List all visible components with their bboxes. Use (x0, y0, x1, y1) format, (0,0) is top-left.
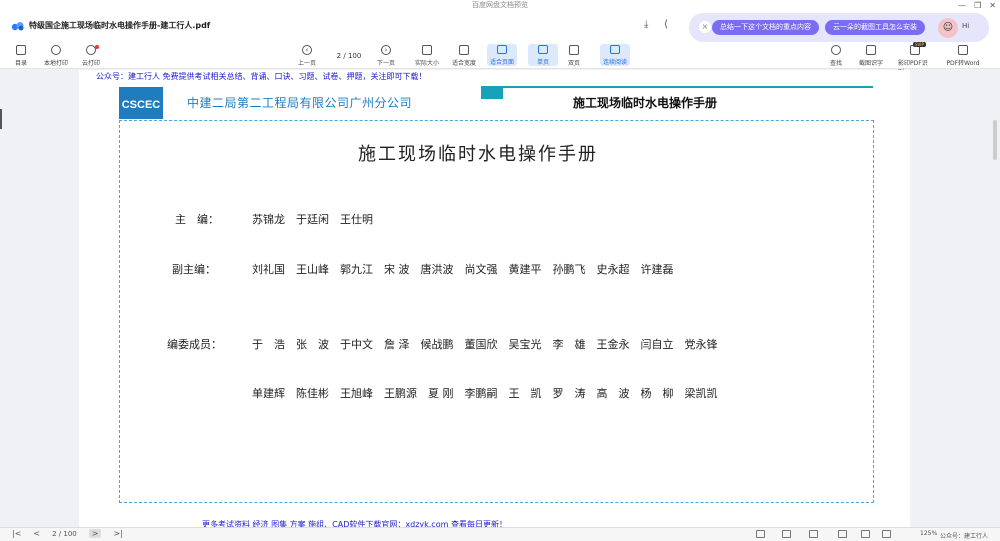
deputy-editor-label: 副主编： (172, 263, 216, 276)
local-print-button[interactable]: 本地打印 (41, 45, 71, 67)
editor-label: 主 编： (175, 213, 219, 226)
fit-width-icon (459, 45, 469, 55)
first-page-button[interactable]: |< (12, 529, 21, 538)
actual-size-icon (422, 45, 432, 55)
convert-icon (958, 45, 968, 55)
arrow-down-icon: › (381, 45, 391, 55)
committee-label: 编委成员： (167, 338, 222, 351)
single-page-icon (538, 45, 548, 54)
share-icon[interactable]: ⟨ (664, 19, 668, 30)
file-title: 特级国企施工现场临时水电操作手册-建工行人.pdf (29, 21, 211, 30)
download-icon[interactable]: ⤓ (644, 19, 648, 30)
fit-icon[interactable] (861, 530, 870, 538)
ai-suggestion-summary[interactable]: 总结一下这个文档的重点内容 (712, 20, 819, 35)
page-number-input[interactable]: 2 / 100 (331, 51, 367, 62)
header-rule (503, 86, 873, 88)
fit-icon[interactable] (838, 530, 847, 538)
ai-avatar-icon[interactable]: ☺ (938, 18, 958, 38)
minimize-button[interactable]: — (958, 0, 966, 11)
page-navigator: |< < 2 / 100 > >| (12, 529, 123, 538)
ai-bar-close-button[interactable]: × (699, 21, 711, 33)
printer-icon (51, 45, 61, 55)
catalog-icon (16, 45, 26, 55)
content-frame (119, 120, 874, 503)
header-accent-block (481, 86, 503, 99)
ai-greeting[interactable]: Hi (962, 22, 969, 30)
crop-icon (866, 45, 876, 55)
document-title: 施工现场临时水电操作手册 (358, 144, 598, 165)
view-mode-icon[interactable] (782, 530, 791, 538)
sidebar-handle[interactable] (0, 109, 2, 129)
running-header: 施工现场临时水电操作手册 (573, 96, 718, 110)
cloud-print-button[interactable]: 云打印 (76, 45, 106, 67)
fit-icon[interactable] (882, 530, 891, 538)
view-mode-icon[interactable] (809, 530, 818, 538)
search-icon (831, 45, 841, 55)
prev-page-small-button[interactable]: < (33, 529, 40, 538)
zoom-level[interactable]: 125% (920, 530, 937, 537)
deputy-editor-names: 刘礼国 王山峰 郭九江 宋 波 唐洪波 尚文强 黄建平 孙鹏飞 史永超 许建磊 (252, 263, 674, 276)
window-controls: — ❐ ✕ (958, 0, 996, 11)
next-page-button[interactable]: › 下一页 (371, 45, 401, 67)
notification-dot (95, 45, 99, 49)
find-button[interactable]: 查找 (821, 45, 851, 67)
continuous-reading-button[interactable]: 连续阅读 (600, 44, 630, 66)
pdf-to-word-button[interactable]: PDF转Word (943, 45, 983, 67)
committee-names-row-2: 单建辉 陈佳彬 王旭峰 王鹏源 夏 刚 李鹏嗣 王 凯 罗 涛 高 波 杨 柳 … (252, 387, 718, 400)
single-page-button[interactable]: 单页 (528, 44, 558, 66)
double-page-icon (569, 45, 579, 55)
svip-badge: SVIP (913, 42, 926, 47)
screenshot-ocr-button[interactable]: 截图识字 (856, 45, 886, 67)
company-name: 中建二局第二工程局有限公司广州分公司 (187, 96, 413, 110)
prev-page-button[interactable]: ‹ 上一页 (292, 45, 322, 67)
next-page-small-button[interactable]: > (88, 529, 102, 538)
page-indicator[interactable]: 2 / 100 (52, 530, 77, 538)
window-title: 百度网盘文档预览 (0, 0, 1000, 11)
continuous-icon (610, 45, 620, 54)
close-button[interactable]: ✕ (989, 0, 996, 11)
fit-width-button[interactable]: 适合宽度 (449, 45, 479, 67)
last-page-button[interactable]: >| (113, 529, 122, 538)
double-page-button[interactable]: 双页 (559, 45, 589, 67)
fit-page-button[interactable]: 适合页面 (487, 44, 517, 66)
actual-size-button[interactable]: 实际大小 (412, 45, 442, 67)
baidu-netdisk-logo-icon (11, 22, 24, 31)
fit-page-icon (497, 45, 507, 54)
svg-text:CSCEC: CSCEC (122, 99, 161, 111)
ad-top-text: 公众号：建工行人 免费提供考试相关总结、背诵、口诀、习题、试卷、押题，关注即可下… (96, 72, 427, 81)
scrollbar[interactable] (993, 120, 997, 160)
editor-names: 苏锦龙 于廷闲 王仕明 (252, 213, 373, 226)
maximize-button[interactable]: ❐ (974, 0, 981, 11)
company-logo-icon: CSCEC (119, 87, 163, 119)
arrow-up-icon: ‹ (302, 45, 312, 55)
status-bar (0, 527, 1000, 541)
ai-suggestion-screenshot[interactable]: 云一朵的截图工具怎么安装 (825, 20, 925, 35)
committee-names-row-1: 于 浩 张 波 于中文 詹 泽 候战鹏 董国欣 吴宝光 李 雄 王金永 闫自立 … (252, 338, 718, 351)
catalog-button[interactable]: 目录 (6, 45, 36, 67)
view-mode-icon[interactable] (756, 530, 765, 538)
watermark-text: 公众号：建工行人 (940, 533, 989, 540)
